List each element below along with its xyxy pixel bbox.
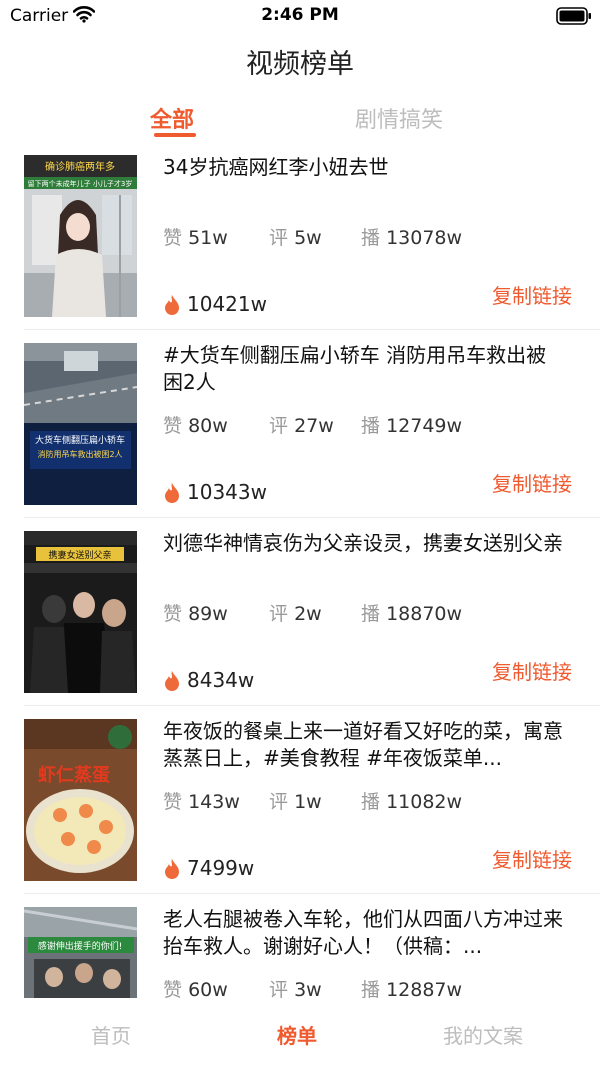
plays-stat: 播 12887w: [361, 979, 463, 998]
status-bar: Carrier 2:46 PM: [0, 0, 600, 32]
category-tabs: 全部 剧情搞笑: [0, 100, 600, 140]
flame-icon: [163, 482, 181, 508]
tab-drama-comedy[interactable]: 剧情搞笑: [355, 102, 443, 134]
likes-stat: 赞 51w: [163, 227, 228, 249]
list-item[interactable]: 携妻女送别父亲 刘德华神情哀伤为父亲设灵，携妻女送别父亲 赞 89w 评 2w …: [24, 518, 600, 706]
bottom-tab-bar: 首页 榜单 我的文案: [0, 998, 600, 1067]
video-title[interactable]: 34岁抗癌网红李小妞去世: [163, 154, 563, 181]
plays-stat: 播 18870w: [361, 603, 463, 625]
list-item[interactable]: 感谢伸出援手的你们! 老人右腿被卷入车轮，他们从四面八方冲过来抬车救人。谢谢好心…: [24, 894, 600, 998]
video-title[interactable]: 刘德华神情哀伤为父亲设灵，携妻女送别父亲: [163, 530, 563, 557]
likes-stat: 赞 80w: [163, 415, 228, 437]
copy-link-button[interactable]: 复制链接: [492, 844, 572, 873]
flame-icon: [163, 294, 181, 320]
status-time: 2:46 PM: [261, 5, 339, 25]
video-thumbnail[interactable]: 大货车侧翻压扁小轿车 消防用吊车救出被困2人: [24, 343, 137, 505]
list-item[interactable]: 确诊肺癌两年多 留下两个未成年儿子 小儿子才3岁 34岁抗癌网红李小妞去世 赞 …: [24, 142, 600, 330]
comments-stat: 评 1w: [269, 791, 322, 813]
video-title[interactable]: 老人右腿被卷入车轮，他们从四面八方冲过来抬车救人。谢谢好心人！（供稿：...: [163, 906, 563, 960]
comments-stat: 评 27w: [269, 415, 334, 437]
battery-icon: [556, 7, 592, 29]
plays-stat: 播 13078w: [361, 227, 463, 249]
copy-link-button[interactable]: 复制链接: [492, 280, 572, 309]
thumbnail-subcaption: 消防用吊车救出被困2人: [37, 449, 122, 459]
comments-stat: 评 2w: [269, 603, 322, 625]
video-thumbnail[interactable]: 感谢伸出援手的你们!: [24, 907, 137, 998]
list-item[interactable]: 虾仁蒸蛋 年夜饭的餐桌上来一道好看又好吃的菜，寓意蒸蒸日上，#美食教程 #年夜饭…: [24, 706, 600, 894]
thumbnail-caption: 携妻女送别父亲: [48, 549, 111, 561]
tabbar-ranking[interactable]: 榜单: [277, 1020, 317, 1049]
copy-link-button[interactable]: 复制链接: [492, 468, 572, 497]
plays-stat: 播 12749w: [361, 415, 463, 437]
comments-stat: 评 5w: [269, 227, 322, 249]
comments-stat: 评 3w: [269, 979, 322, 998]
video-thumbnail[interactable]: 确诊肺癌两年多 留下两个未成年儿子 小儿子才3岁: [24, 155, 137, 317]
likes-stat: 赞 60w: [163, 979, 228, 998]
list-item[interactable]: 大货车侧翻压扁小轿车 消防用吊车救出被困2人 #大货车侧翻压扁小轿车 消防用吊车…: [24, 330, 600, 518]
plays-stat: 播 11082w: [361, 791, 463, 813]
video-thumbnail[interactable]: 携妻女送别父亲: [24, 531, 137, 693]
thumbnail-caption: 感谢伸出援手的你们!: [38, 940, 123, 952]
page-title: 视频榜单: [246, 49, 354, 80]
video-thumbnail[interactable]: 虾仁蒸蛋: [24, 719, 137, 881]
thumbnail-subcaption: 留下两个未成年儿子 小儿子才3岁: [28, 179, 133, 188]
likes-stat: 赞 143w: [163, 791, 240, 813]
likes-stat: 赞 89w: [163, 603, 228, 625]
tab-all[interactable]: 全部: [150, 102, 194, 134]
video-list[interactable]: 确诊肺癌两年多 留下两个未成年儿子 小儿子才3岁 34岁抗癌网红李小妞去世 赞 …: [0, 142, 600, 998]
tabbar-home[interactable]: 首页: [91, 1020, 131, 1049]
thumbnail-caption: 确诊肺癌两年多: [45, 160, 115, 173]
video-title[interactable]: 年夜饭的餐桌上来一道好看又好吃的菜，寓意蒸蒸日上，#美食教程 #年夜饭菜单...: [163, 718, 563, 772]
flame-icon: [163, 670, 181, 696]
copy-link-button[interactable]: 复制链接: [492, 656, 572, 685]
thumbnail-caption: 大货车侧翻压扁小轿车: [35, 434, 125, 446]
flame-icon: [163, 858, 181, 884]
video-title[interactable]: #大货车侧翻压扁小轿车 消防用吊车救出被困2人: [163, 342, 563, 396]
thumbnail-caption: 虾仁蒸蛋: [38, 764, 110, 786]
tabbar-my-copy[interactable]: 我的文案: [443, 1020, 523, 1049]
active-tab-indicator: [154, 133, 196, 137]
